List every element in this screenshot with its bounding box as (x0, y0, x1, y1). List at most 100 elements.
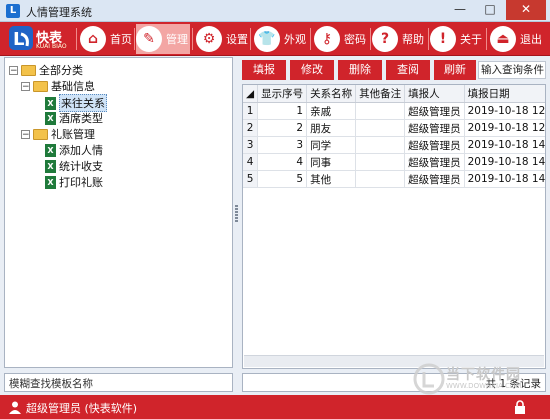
cell-name[interactable]: 同事 (306, 153, 357, 171)
nav-label: 帮助 (402, 33, 424, 46)
toolbar-separator (428, 28, 429, 50)
cell-date[interactable]: 2019-10-18 14:10 (464, 170, 545, 188)
collapse-icon[interactable]: − (9, 65, 18, 75)
toolbar-separator (76, 28, 77, 50)
nav-home-button[interactable]: ⌂ 首页 (80, 24, 132, 54)
collapse-icon[interactable]: − (21, 129, 30, 139)
splitter-handle[interactable] (235, 205, 238, 225)
view-button[interactable]: 查阅 (386, 60, 430, 80)
title-bar: L 人情管理系统 — □ ✕ (0, 0, 550, 22)
nav-settings-button[interactable]: ⚙ 设置 (196, 24, 248, 54)
cell-date[interactable]: 2019-10-18 12:27 (464, 119, 545, 137)
cell-reporter[interactable]: 超级管理员 (404, 136, 465, 154)
lock-icon[interactable] (514, 400, 526, 414)
cell-seq[interactable]: 1 (257, 102, 308, 120)
cell-name[interactable]: 朋友 (306, 119, 357, 137)
table-row[interactable]: 3 3 同学 超级管理员 2019-10-18 14:09 (243, 136, 545, 154)
edit-button[interactable]: 修改 (290, 60, 334, 80)
cell-name[interactable]: 亲戚 (306, 102, 357, 120)
info-icon: ! (430, 26, 456, 52)
col-header-note[interactable]: 其他备注 (355, 85, 406, 103)
corner-header[interactable]: ◢ (243, 85, 259, 103)
table-row[interactable]: 5 5 其他 超级管理员 2019-10-18 14:10 (243, 170, 545, 188)
cell-note[interactable] (355, 170, 406, 188)
col-header-date[interactable]: 填报日期 (464, 85, 545, 103)
current-user: 超级管理员 (快表软件) (26, 402, 138, 415)
nav-label: 密码 (344, 33, 366, 46)
col-header-seq[interactable]: 显示序号 (257, 85, 308, 103)
home-icon: ⌂ (80, 26, 106, 52)
row-number: 5 (243, 170, 259, 188)
template-search-input[interactable]: 模糊查找模板名称 (4, 373, 233, 392)
cell-reporter[interactable]: 超级管理员 (404, 102, 465, 120)
nav-help-button[interactable]: ? 帮助 (372, 24, 426, 54)
nav-appearance-button[interactable]: 👕 外观 (254, 24, 308, 54)
tshirt-icon: 👕 (254, 26, 280, 52)
excel-icon: X (45, 143, 56, 157)
tree-item-statistics[interactable]: X 统计收支 (45, 158, 103, 174)
nav-manage-button[interactable]: ✎ 管理 (136, 24, 190, 54)
cell-note[interactable] (355, 119, 406, 137)
col-header-reporter[interactable]: 填报人 (404, 85, 465, 103)
table-row[interactable]: 1 1 亲戚 超级管理员 2019-10-18 12:27 (243, 102, 545, 120)
tree-item-print-ledger[interactable]: X 打印礼账 (45, 174, 103, 190)
brand-logo: L 快表 KUAI BIAO (8, 24, 72, 54)
cell-seq[interactable]: 5 (257, 170, 308, 188)
tree-group-basic-info[interactable]: − 基础信息 (21, 78, 95, 94)
nav-label: 管理 (166, 33, 188, 46)
exit-icon: ⏏ (490, 26, 516, 52)
folder-icon (21, 64, 36, 76)
nav-password-button[interactable]: ⚷ 密码 (314, 24, 368, 54)
cell-note[interactable] (355, 153, 406, 171)
cell-seq[interactable]: 3 (257, 136, 308, 154)
action-bar: 填报 修改 删除 查阅 刷新 输入查询条件 (240, 60, 546, 80)
nav-about-button[interactable]: ! 关于 (430, 24, 484, 54)
tree-group-gift-ledger[interactable]: − 礼账管理 (21, 126, 95, 142)
toolbar-separator (370, 28, 371, 50)
row-number: 4 (243, 153, 259, 171)
nav-label: 首页 (110, 33, 132, 46)
cell-date[interactable]: 2019-10-18 14:09 (464, 136, 545, 154)
cell-note[interactable] (355, 136, 406, 154)
help-icon: ? (372, 26, 398, 52)
toolbar-separator (192, 28, 193, 50)
maximize-button[interactable]: □ (476, 0, 504, 20)
relations-table: ◢ 显示序号 关系名称 其他备注 填报人 填报日期 1 1 亲戚 超级管理员 2… (243, 85, 545, 188)
col-header-name[interactable]: 关系名称 (306, 85, 357, 103)
toolbar-separator (486, 28, 487, 50)
cell-date[interactable]: 2019-10-18 14:10 (464, 153, 545, 171)
toolbar-separator (250, 28, 251, 50)
excel-icon: X (45, 96, 56, 110)
table-row[interactable]: 2 2 朋友 超级管理员 2019-10-18 12:27 (243, 119, 545, 137)
tree-item-add-gift[interactable]: X 添加人情 (45, 142, 103, 158)
minimize-button[interactable]: — (446, 0, 474, 20)
cell-seq[interactable]: 2 (257, 119, 308, 137)
tree-root[interactable]: − 全部分类 (9, 62, 83, 78)
toolbar-separator (310, 28, 311, 50)
delete-button[interactable]: 删除 (338, 60, 382, 80)
cell-name[interactable]: 其他 (306, 170, 357, 188)
tree-label: 全部分类 (39, 64, 83, 77)
cell-seq[interactable]: 4 (257, 153, 308, 171)
cell-reporter[interactable]: 超级管理员 (404, 170, 465, 188)
app-icon: L (6, 4, 20, 18)
close-button[interactable]: ✕ (506, 0, 546, 20)
cell-reporter[interactable]: 超级管理员 (404, 153, 465, 171)
table-header-row: ◢ 显示序号 关系名称 其他备注 填报人 填报日期 (243, 85, 545, 103)
data-grid: ◢ 显示序号 关系名称 其他备注 填报人 填报日期 1 1 亲戚 超级管理员 2… (242, 84, 546, 369)
collapse-icon[interactable]: − (21, 81, 30, 91)
nav-exit-button[interactable]: ⏏ 退出 (490, 24, 546, 54)
folder-icon (33, 80, 48, 92)
cell-date[interactable]: 2019-10-18 12:27 (464, 102, 545, 120)
report-button[interactable]: 填报 (242, 60, 286, 80)
query-input[interactable]: 输入查询条件 (478, 61, 546, 79)
tree-item-banquet-types[interactable]: X 酒席类型 (45, 110, 103, 126)
refresh-button[interactable]: 刷新 (434, 60, 476, 80)
cell-note[interactable] (355, 102, 406, 120)
table-row[interactable]: 4 4 同事 超级管理员 2019-10-18 14:10 (243, 153, 545, 171)
cell-name[interactable]: 同学 (306, 136, 357, 154)
row-number: 3 (243, 136, 259, 154)
tree-label: 礼账管理 (51, 128, 95, 141)
row-number: 2 (243, 119, 259, 137)
cell-reporter[interactable]: 超级管理员 (404, 119, 465, 137)
